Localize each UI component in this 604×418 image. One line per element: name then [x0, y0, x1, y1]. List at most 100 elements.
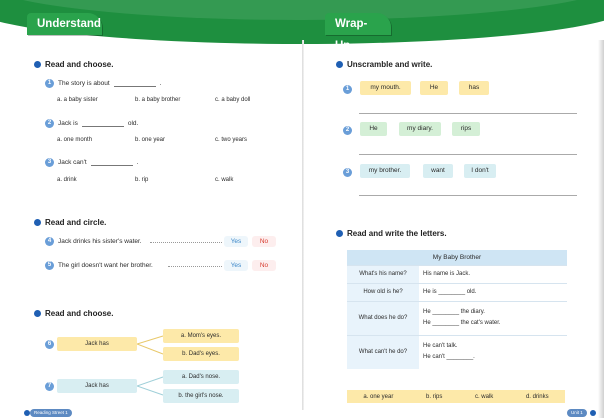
number-badge: 7 — [45, 382, 54, 391]
choice-b[interactable]: b. the girl's nose. — [163, 389, 239, 403]
bullet-icon — [336, 230, 343, 237]
answer-line-1: He can't talk. — [423, 343, 458, 350]
question-end: old. — [127, 120, 139, 127]
tab-understand[interactable]: Understand — [27, 13, 102, 35]
word-chip[interactable]: I don't — [464, 164, 496, 178]
answer-line[interactable] — [359, 154, 577, 155]
tab-wrap-up[interactable]: Wrap-Up — [325, 13, 391, 52]
row-question: What does he do? — [347, 300, 419, 335]
answer-line-1: His name is Jack. — [423, 270, 471, 277]
no-option[interactable]: No — [252, 236, 276, 247]
subject-box: Jack has — [57, 379, 137, 393]
question-1: 1 The story is about . — [45, 79, 161, 88]
number-badge: 1 — [45, 79, 54, 88]
answer-line-2[interactable]: He can't ________. — [423, 352, 563, 363]
circle-4: 4 Jack drinks his sister's water. — [45, 237, 142, 246]
row-question: How old is he? — [347, 282, 419, 301]
word-chip[interactable]: He — [420, 81, 448, 95]
bullet-icon — [34, 310, 41, 317]
number-badge: 5 — [45, 261, 54, 270]
section-title: Read and circle. — [45, 218, 107, 227]
word-chip[interactable]: has — [459, 81, 489, 95]
option-c[interactable]: c. walk — [215, 177, 233, 183]
letter-option-c: c. walk — [474, 393, 494, 400]
option-b[interactable]: b. rip — [135, 177, 215, 183]
statement-text: The girl doesn't want her brother. — [58, 262, 153, 269]
table-header: My Baby Brother — [347, 250, 567, 265]
question-text: Jack is — [58, 120, 78, 127]
yes-option[interactable]: Yes — [224, 236, 248, 247]
letter-option-b: b. rips — [425, 393, 443, 400]
option-a[interactable]: a. a baby sister — [57, 97, 135, 103]
section-title: Read and choose. — [45, 309, 114, 318]
table-row: What's his name? His name is Jack. — [347, 264, 567, 283]
section-read-choose-2: Read and choose. — [34, 309, 113, 318]
baby-brother-table: My Baby Brother What's his name? His nam… — [347, 250, 567, 369]
choice-a[interactable]: a. Mom's eyes. — [163, 329, 239, 343]
bullet-icon — [34, 61, 41, 68]
table-row: What does he do? He ________ the diary. … — [347, 300, 567, 335]
number-badge: 2 — [343, 126, 352, 135]
answer-blank[interactable] — [81, 121, 124, 127]
number-badge: 3 — [45, 158, 54, 167]
footer-right: Unit 1 — [567, 409, 587, 417]
answer-blank[interactable] — [113, 81, 156, 87]
row-answer: His name is Jack. — [419, 264, 567, 283]
no-option[interactable]: No — [252, 260, 276, 271]
option-b[interactable]: b. one year — [135, 137, 215, 143]
question-2: 2 Jack is old. — [45, 119, 138, 128]
section-read-circle: Read and circle. — [34, 218, 106, 227]
section-read-write: Read and write the letters. — [336, 229, 447, 238]
options-2: a. one month b. one year c. two years — [57, 137, 247, 143]
word-chip[interactable]: my mouth. — [360, 81, 411, 95]
table-row: What can't he do? He can't talk. He can'… — [347, 334, 567, 369]
letter-option-a: a. one year — [363, 393, 394, 400]
connector-lines — [137, 335, 164, 355]
row-answer[interactable]: He ________ the diary. He ________ the c… — [419, 300, 567, 335]
question-3: 3 Jack can't . — [45, 158, 139, 167]
question-text: The story is about — [58, 80, 110, 87]
question-text: Jack can't — [58, 159, 87, 166]
row-question: What can't he do? — [347, 334, 419, 369]
footer-left: Reading Street 1 — [30, 409, 72, 417]
answer-line-2[interactable]: He ________ the cat's water. — [423, 318, 563, 329]
page-edge — [598, 40, 604, 418]
word-chip[interactable]: rips — [452, 122, 480, 136]
answer-line[interactable] — [359, 113, 577, 114]
section-title: Read and choose. — [45, 60, 114, 69]
connector-lines — [137, 376, 164, 396]
yes-option[interactable]: Yes — [224, 260, 248, 271]
letter-option-d: d. drinks — [525, 393, 549, 400]
row-answer[interactable]: He can't talk. He can't ________. — [419, 334, 567, 369]
circle-5: 5 The girl doesn't want her brother. — [45, 261, 153, 270]
option-a[interactable]: a. drink — [57, 177, 135, 183]
word-chip[interactable]: want — [423, 164, 453, 178]
question-end: . — [136, 159, 139, 166]
section-unscramble: Unscramble and write. — [336, 60, 432, 69]
page-spine — [302, 40, 304, 410]
section-title: Unscramble and write. — [347, 60, 433, 69]
option-b[interactable]: b. a baby brother — [135, 97, 215, 103]
answer-line-1[interactable]: He is ________ old. — [423, 287, 563, 298]
option-c[interactable]: c. two years — [215, 137, 247, 143]
option-a[interactable]: a. one month — [57, 137, 135, 143]
dotted-leader — [150, 242, 222, 243]
letter-bank: a. one year b. rips c. walk d. drinks — [347, 390, 565, 403]
table-row: How old is he? He is ________ old. — [347, 282, 567, 301]
answer-line-1[interactable]: He ________ the diary. — [423, 307, 563, 318]
option-c[interactable]: c. a baby doll — [215, 97, 250, 103]
footer-bullet — [590, 410, 596, 416]
row-answer[interactable]: He is ________ old. — [419, 282, 567, 301]
word-chip[interactable]: my brother. — [360, 164, 410, 178]
number-badge: 2 — [45, 119, 54, 128]
options-1: a. a baby sister b. a baby brother c. a … — [57, 97, 250, 103]
word-chip[interactable]: my diary. — [399, 122, 441, 136]
word-chip[interactable]: He — [360, 122, 387, 136]
number-badge: 1 — [343, 85, 352, 94]
answer-line[interactable] — [359, 195, 577, 196]
bullet-icon — [34, 219, 41, 226]
subject-box: Jack has — [57, 337, 137, 351]
choice-a[interactable]: a. Dad's nose. — [163, 370, 239, 384]
answer-blank[interactable] — [90, 160, 133, 166]
choice-b[interactable]: b. Dad's eyes. — [163, 347, 239, 361]
